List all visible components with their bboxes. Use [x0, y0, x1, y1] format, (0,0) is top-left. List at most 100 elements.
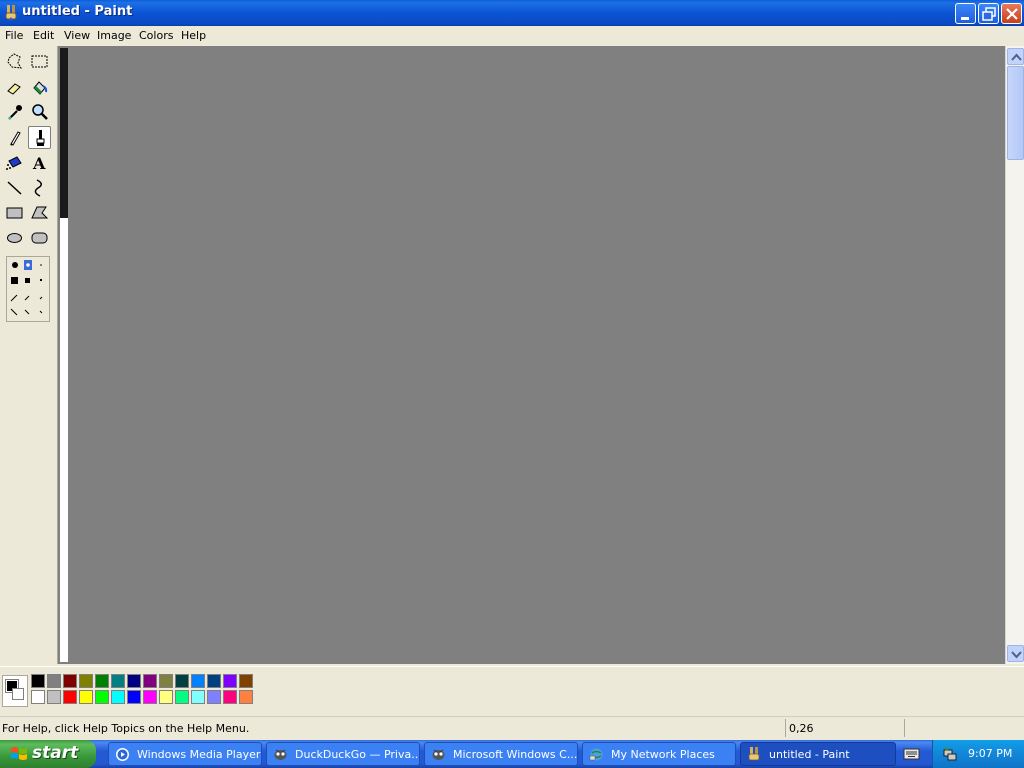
paint-window: untitled - Paint File Edit View Image Co…: [0, 0, 1024, 768]
network-connection-icon[interactable]: [942, 746, 958, 762]
taskbar-item-paint[interactable]: untitled - Paint: [740, 742, 896, 766]
minimize-icon: [961, 17, 969, 20]
tool-select[interactable]: [28, 50, 51, 73]
pencil-icon: [10, 131, 21, 146]
ellipse-icon: [7, 233, 22, 243]
color-swatch[interactable]: [31, 690, 45, 704]
color-swatch[interactable]: [31, 674, 45, 688]
tool-pencil[interactable]: [3, 126, 26, 149]
svg-text:A: A: [32, 154, 46, 173]
scroll-up-button[interactable]: [1007, 48, 1024, 65]
windows-logo-icon: [11, 747, 27, 760]
color-swatch[interactable]: [207, 674, 221, 688]
taskbar-item-network-places[interactable]: My Network Places: [582, 742, 736, 766]
restore-icon: [982, 7, 996, 21]
tool-eraser[interactable]: [3, 76, 26, 99]
color-swatch[interactable]: [159, 674, 173, 688]
tool-rectangle[interactable]: [3, 201, 26, 224]
eyedropper-icon: [8, 105, 22, 120]
tool-ellipse[interactable]: [3, 226, 26, 249]
color-swatch[interactable]: [47, 690, 61, 704]
menu-file[interactable]: File: [5, 29, 23, 42]
color-swatch[interactable]: [159, 690, 173, 704]
tool-brush[interactable]: [28, 126, 51, 149]
color-swatch[interactable]: [191, 690, 205, 704]
color-swatch[interactable]: [223, 690, 237, 704]
tool-airbrush[interactable]: [3, 151, 26, 174]
tool-free-form-select[interactable]: [3, 50, 26, 73]
tool-pick-color[interactable]: [3, 101, 26, 124]
cursor-coordinates: 0,26: [789, 722, 814, 735]
menu-view[interactable]: View: [64, 29, 90, 42]
color-swatch[interactable]: [111, 674, 125, 688]
browser-icon: [432, 749, 445, 760]
close-icon: [1006, 8, 1018, 20]
network-places-icon: [589, 748, 603, 761]
polygon-icon: [31, 206, 49, 219]
color-swatch[interactable]: [79, 690, 93, 704]
rounded-rectangle-icon: [31, 232, 48, 244]
taskbar-item-duckduckgo[interactable]: DuckDuckGo — Priva...: [266, 742, 420, 766]
color-palette: [0, 666, 1024, 712]
tool-curve[interactable]: [28, 176, 51, 199]
color-swatch[interactable]: [127, 674, 141, 688]
tool-rounded-rectangle[interactable]: [28, 226, 51, 249]
color-swatch[interactable]: [175, 674, 189, 688]
taskbar-item-microsoft-windows[interactable]: Microsoft Windows C...: [424, 742, 578, 766]
toolbox: A: [0, 46, 58, 664]
title-bar[interactable]: untitled - Paint: [0, 0, 1024, 26]
media-player-icon: [116, 748, 129, 761]
taskbar-item-label: DuckDuckGo — Priva...: [295, 748, 420, 761]
scroll-thumb[interactable]: [1007, 66, 1024, 160]
keyboard-language-icon[interactable]: [903, 746, 920, 762]
color-swatch[interactable]: [47, 674, 61, 688]
text-icon: A: [32, 154, 46, 173]
status-bar: For Help, click Help Topics on the Help …: [0, 716, 1024, 739]
color-swatch[interactable]: [95, 690, 109, 704]
taskbar-item-label: untitled - Paint: [769, 748, 850, 761]
tool-text[interactable]: A: [28, 151, 51, 174]
color-swatch[interactable]: [239, 674, 253, 688]
menu-colors[interactable]: Colors: [139, 29, 173, 42]
color-swatch[interactable]: [63, 674, 77, 688]
close-button[interactable]: [1001, 3, 1022, 24]
scroll-down-button[interactable]: [1007, 645, 1024, 662]
taskbar-item-label: Windows Media Player: [137, 748, 261, 761]
rectangle-select-icon: [31, 55, 48, 68]
clock[interactable]: 9:07 PM: [968, 747, 1012, 760]
menu-image[interactable]: Image: [97, 29, 131, 42]
tool-line[interactable]: [3, 176, 26, 199]
color-swatch[interactable]: [79, 674, 93, 688]
color-swatch[interactable]: [63, 690, 77, 704]
color-swatch[interactable]: [191, 674, 205, 688]
color-swatch[interactable]: [223, 674, 237, 688]
color-swatch[interactable]: [143, 690, 157, 704]
menu-help[interactable]: Help: [181, 29, 206, 42]
color-swatch[interactable]: [95, 674, 109, 688]
vertical-scrollbar[interactable]: [1005, 46, 1024, 664]
color-swatch[interactable]: [127, 690, 141, 704]
color-swatch[interactable]: [239, 690, 253, 704]
tool-magnifier[interactable]: [28, 101, 51, 124]
canvas-resize-edge[interactable]: [60, 48, 68, 218]
brush-size-options[interactable]: [6, 256, 50, 322]
taskbar: start Windows Media Player DuckDuckGo — …: [0, 740, 1024, 768]
menu-edit[interactable]: Edit: [33, 29, 54, 42]
taskbar-item-label: My Network Places: [611, 748, 715, 761]
restore-button[interactable]: [978, 3, 999, 24]
taskbar-item-media-player[interactable]: Windows Media Player: [108, 742, 262, 766]
canvas-area[interactable]: [58, 46, 1005, 664]
color-swatch[interactable]: [207, 690, 221, 704]
color-swatch[interactable]: [111, 690, 125, 704]
taskbar-item-label: Microsoft Windows C...: [453, 748, 578, 761]
start-button[interactable]: start: [0, 740, 96, 768]
tool-polygon[interactable]: [28, 201, 51, 224]
airbrush-icon: [6, 156, 22, 170]
color-swatch[interactable]: [175, 690, 189, 704]
color-swatch[interactable]: [143, 674, 157, 688]
curve-icon: [34, 179, 42, 197]
status-divider: [904, 719, 905, 737]
tool-fill-with-color[interactable]: [28, 76, 51, 99]
magnifier-icon: [32, 104, 48, 120]
minimize-button[interactable]: [955, 3, 976, 24]
